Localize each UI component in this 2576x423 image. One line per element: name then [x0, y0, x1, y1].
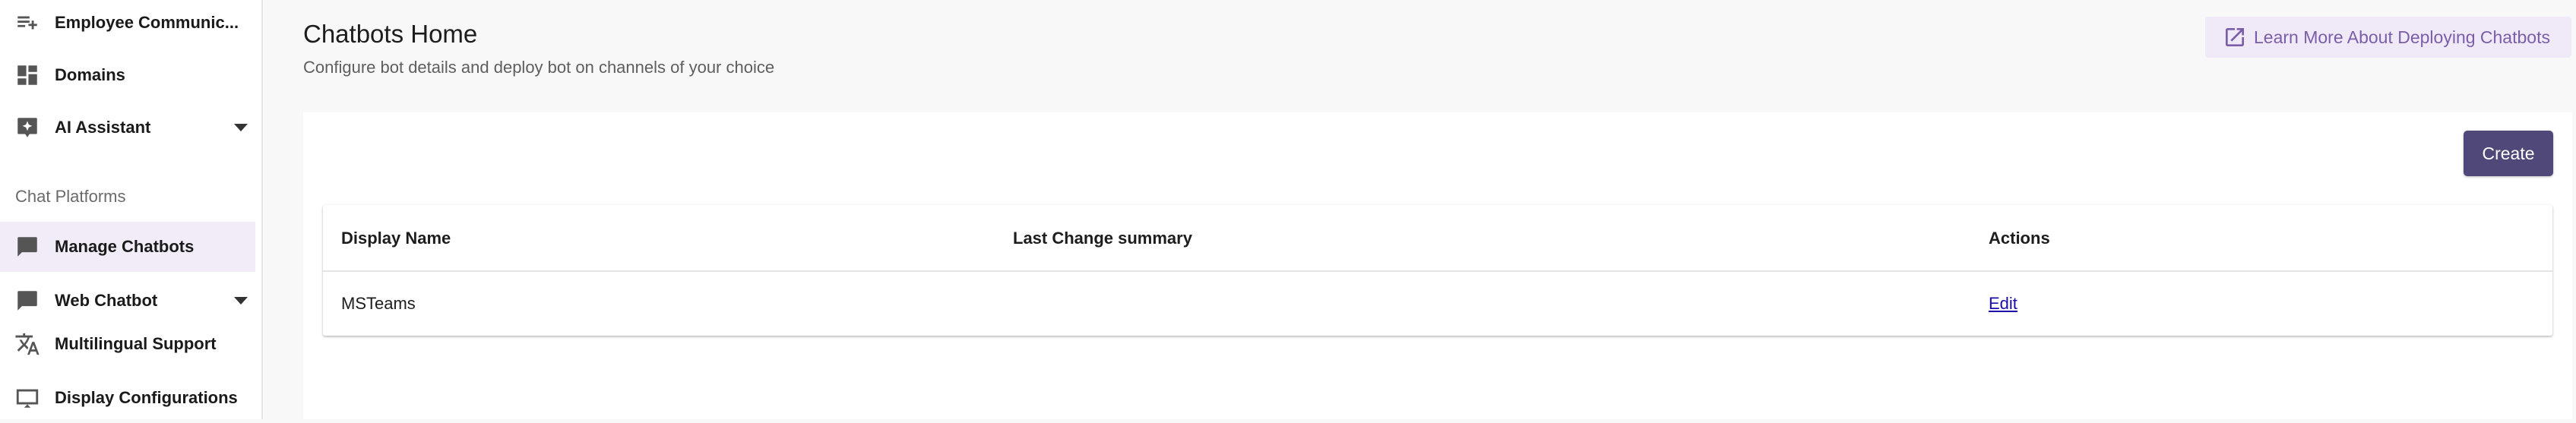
edit-link[interactable]: Edit [1989, 294, 2017, 314]
page-subtitle: Configure bot details and deploy bot on … [303, 58, 775, 77]
column-header-actions: Actions [1989, 229, 2050, 248]
chat-bubble-icon [14, 233, 41, 260]
sidebar-item-ai-assistant[interactable]: AI Assistant [0, 103, 255, 153]
sidebar-item-employee-communications[interactable]: Employee Communic... [0, 0, 255, 48]
ai-sparkle-icon [14, 114, 41, 141]
sidebar-item-label: Multilingual Support [55, 334, 217, 353]
chatbots-card: Create Display Name Last Change summary … [303, 112, 2572, 419]
sidebar-item-multilingual-support[interactable]: Multilingual Support [0, 319, 255, 369]
open-in-new-icon [2222, 24, 2248, 50]
sidebar: Employee Communic... Domains AI Assistan… [0, 0, 263, 419]
sidebar-item-label: AI Assistant [55, 118, 151, 137]
translate-icon [14, 330, 41, 358]
chevron-down-icon[interactable] [233, 292, 249, 309]
section-label-chat-platforms: Chat Platforms [15, 187, 126, 206]
cell-display-name: MSTeams [341, 294, 416, 313]
column-header-display-name[interactable]: Display Name [341, 205, 451, 272]
sidebar-item-label: Display Configurations [55, 388, 238, 407]
sidebar-item-label: Manage Chatbots [55, 237, 195, 256]
chat-bubble-icon [14, 287, 41, 314]
sidebar-item-display-configurations[interactable]: Display Configurations [0, 373, 255, 423]
cast-display-icon [14, 384, 41, 412]
table-row: MSTeams Edit [323, 272, 2552, 336]
learn-more-label: Learn More About Deploying Chatbots [2254, 27, 2550, 47]
table-header: Display Name Last Change summary Actions [323, 205, 2552, 272]
sidebar-item-label: Employee Communic... [55, 13, 239, 32]
chatbots-table: Display Name Last Change summary Actions… [323, 205, 2552, 336]
cell-actions: Edit [1989, 272, 2017, 336]
chevron-down-icon[interactable] [233, 119, 249, 136]
sidebar-item-label: Domains [55, 65, 125, 84]
learn-more-button[interactable]: Learn More About Deploying Chatbots [2205, 17, 2571, 58]
create-button[interactable]: Create [2464, 131, 2553, 176]
playlist-add-icon [14, 9, 41, 36]
sidebar-item-manage-chatbots[interactable]: Manage Chatbots [0, 222, 255, 272]
dashboard-icon [14, 62, 41, 89]
sidebar-item-label: Web Chatbot [55, 291, 158, 310]
column-header-last-change-summary[interactable]: Last Change summary [1013, 205, 1192, 272]
sidebar-item-domains[interactable]: Domains [0, 50, 255, 100]
page-title: Chatbots Home [303, 20, 478, 48]
